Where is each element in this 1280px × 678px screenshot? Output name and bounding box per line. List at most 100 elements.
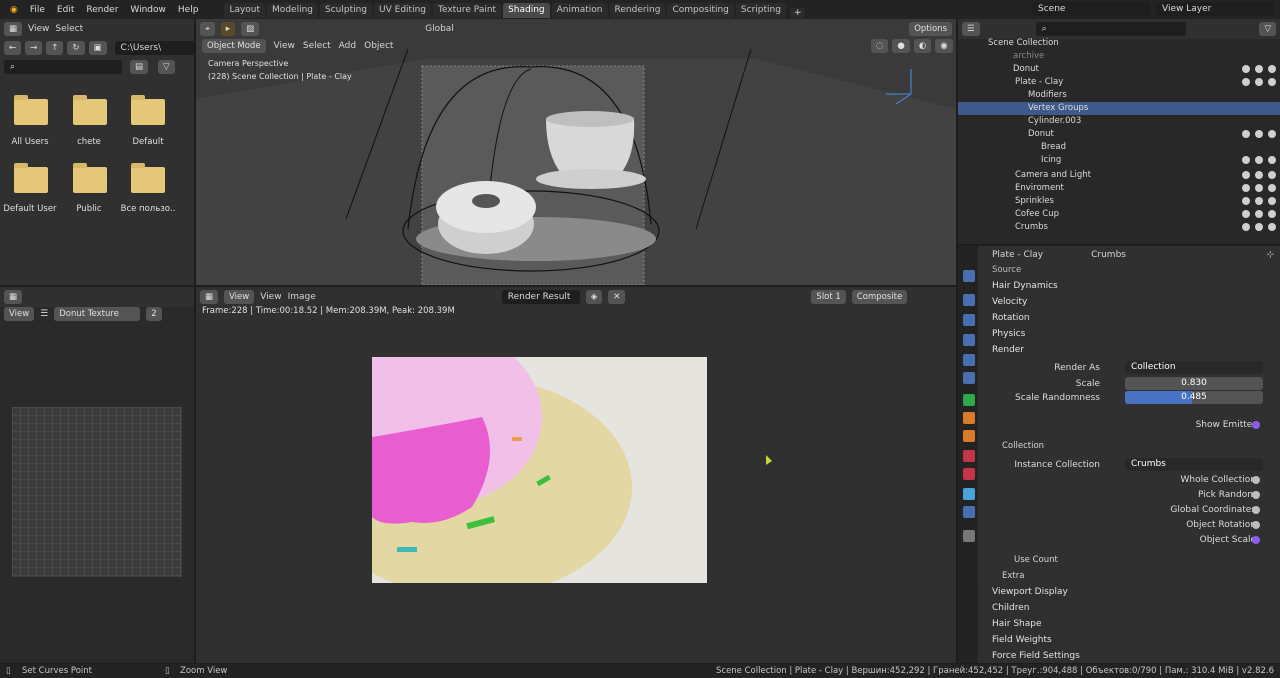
pin-icon[interactable]: ⊹ [1266, 250, 1274, 260]
editor-type-icon[interactable]: ▦ [200, 290, 219, 304]
image-menu-view[interactable]: View [260, 292, 281, 302]
physics-panel[interactable]: Physics [980, 326, 1280, 342]
editor-type-icon[interactable]: ▦ [4, 22, 23, 36]
hair-shape-panel[interactable]: Hair Shape [980, 616, 1280, 632]
image-menu-image[interactable]: Image [288, 292, 316, 302]
viewport-menu-add[interactable]: Add [339, 41, 356, 51]
view-layer-tab-icon[interactable] [963, 334, 975, 346]
force-field-settings-panel[interactable]: Force Field Settings [980, 648, 1280, 663]
viewport-menu-view[interactable]: View [274, 41, 295, 51]
viewport-display-panel[interactable]: Viewport Display [980, 584, 1280, 600]
extra-subpanel[interactable]: Extra [980, 568, 1280, 584]
viewport-menu-select[interactable]: Select [303, 41, 331, 51]
3d-viewport[interactable]: ⌖ ▸ ▨ Global Options Object Mode View Se… [196, 19, 956, 285]
outliner-row[interactable]: Modifiers [958, 89, 1280, 102]
tab-texture-paint[interactable]: Texture Paint [432, 3, 502, 18]
tool-tab-icon[interactable] [963, 270, 975, 282]
texture-name-field[interactable]: Donut Texture [54, 307, 141, 321]
slot-dropdown[interactable]: Slot 1 [811, 290, 846, 304]
visibility-icons[interactable] [1242, 184, 1276, 192]
tab-rendering[interactable]: Rendering [609, 3, 666, 18]
filter-icon[interactable]: ▽ [158, 60, 175, 74]
scene-field[interactable]: Scene [1032, 2, 1150, 16]
world-tab-icon[interactable] [963, 372, 975, 384]
menu-window[interactable]: Window [124, 5, 172, 15]
editor-type-icon[interactable]: ☰ [962, 22, 980, 36]
outliner-search-input[interactable]: ⌕ [1035, 22, 1186, 36]
children-panel[interactable]: Children [980, 600, 1280, 616]
object-rotation-checkbox[interactable] [1252, 521, 1260, 529]
add-workspace-button[interactable]: + [789, 8, 806, 18]
visibility-icons[interactable] [1242, 197, 1276, 205]
object-scale-checkbox[interactable] [1252, 536, 1260, 544]
render-panel[interactable]: Render [980, 342, 1280, 358]
outliner-row[interactable]: archive [958, 50, 1280, 63]
menu-help[interactable]: Help [172, 5, 205, 15]
file-item-label[interactable]: Default User [0, 204, 60, 214]
file-menu-select[interactable]: Select [55, 24, 83, 34]
velocity-panel[interactable]: Velocity [980, 294, 1280, 310]
whole-collection-checkbox[interactable] [1252, 476, 1260, 484]
material-tab-icon[interactable] [963, 506, 975, 518]
viewport-menu-object[interactable]: Object [364, 41, 393, 51]
output-tab-icon[interactable] [963, 314, 975, 326]
folder-icon[interactable] [131, 163, 165, 193]
visibility-icons[interactable] [1242, 171, 1276, 179]
transform-orientation[interactable]: Global [425, 24, 454, 34]
hamburger-icon[interactable]: ☰ [40, 309, 48, 319]
visibility-icons[interactable] [1242, 65, 1276, 73]
image-name-field[interactable]: Render Result [501, 290, 580, 304]
instance-collection-field[interactable]: Crumbs [1125, 458, 1263, 471]
visibility-icons[interactable] [1242, 130, 1276, 138]
collection-tab-icon[interactable] [963, 394, 975, 406]
tab-compositing[interactable]: Compositing [667, 3, 734, 18]
object-mode-dropdown[interactable]: Object Mode [202, 39, 266, 53]
pick-random-checkbox[interactable] [1252, 491, 1260, 499]
menu-file[interactable]: File [24, 5, 51, 15]
physics-tab-icon[interactable] [963, 468, 975, 480]
source-subpanel[interactable]: Source [980, 262, 1280, 278]
file-item-label[interactable]: Public [59, 204, 119, 214]
scene-tab-icon[interactable] [963, 354, 975, 366]
shield-icon[interactable]: ◈ [585, 290, 603, 304]
menu-edit[interactable]: Edit [51, 5, 80, 15]
modifier-tab-icon[interactable] [963, 430, 975, 442]
file-item-label[interactable]: Default [118, 137, 178, 147]
file-item-label[interactable]: Все пользо.. [118, 204, 178, 214]
tab-uv-editing[interactable]: UV Editing [374, 3, 431, 18]
forward-arrow-icon[interactable]: → [25, 41, 43, 55]
data-tab-icon[interactable] [963, 488, 975, 500]
view-layer-field[interactable]: View Layer [1156, 2, 1274, 16]
outliner-row[interactable]: Enviroment [958, 182, 1280, 195]
outliner-row[interactable]: Cofee Cup [958, 208, 1280, 221]
editor-type-icon[interactable]: ▦ [4, 290, 23, 304]
solid-shading-icon[interactable]: ● [892, 39, 910, 53]
options-button[interactable]: Options [909, 22, 952, 36]
new-folder-icon[interactable]: ▣ [88, 41, 107, 55]
refresh-icon[interactable]: ↻ [67, 41, 85, 55]
outliner-row[interactable]: Cylinder.003 [958, 115, 1280, 128]
tab-sculpting[interactable]: Sculpting [320, 3, 373, 18]
pass-dropdown[interactable]: Composite [851, 290, 908, 304]
outliner-row[interactable]: Icing [958, 154, 1280, 167]
editor-type-icon[interactable]: ⌖ [200, 22, 215, 36]
select-mode-icon[interactable]: ▨ [241, 22, 260, 36]
path-input[interactable]: C:\Users\ [114, 41, 194, 55]
file-item-label[interactable]: All Users [0, 137, 60, 147]
outliner-row[interactable]: Crumbs [958, 221, 1280, 234]
rotation-panel[interactable]: Rotation [980, 310, 1280, 326]
particles-tab-icon[interactable] [963, 450, 975, 462]
tab-shading[interactable]: Shading [503, 3, 550, 18]
rendered-shading-icon[interactable]: ◉ [935, 39, 953, 53]
use-count-subpanel[interactable]: Use Count [980, 552, 1280, 568]
hair-dynamics-panel[interactable]: Hair Dynamics [980, 278, 1280, 294]
tab-modeling[interactable]: Modeling [267, 3, 318, 18]
material-preview-icon[interactable]: ◐ [913, 39, 932, 53]
tab-scripting[interactable]: Scripting [735, 3, 786, 18]
folder-icon[interactable] [73, 95, 107, 125]
visibility-icons[interactable] [1242, 78, 1276, 86]
texture-view-menu[interactable]: View [4, 307, 35, 321]
folder-icon[interactable] [14, 95, 48, 125]
outliner-row[interactable]: Sprinkles [958, 195, 1280, 208]
scale-field[interactable]: 0.830 [1125, 377, 1263, 390]
